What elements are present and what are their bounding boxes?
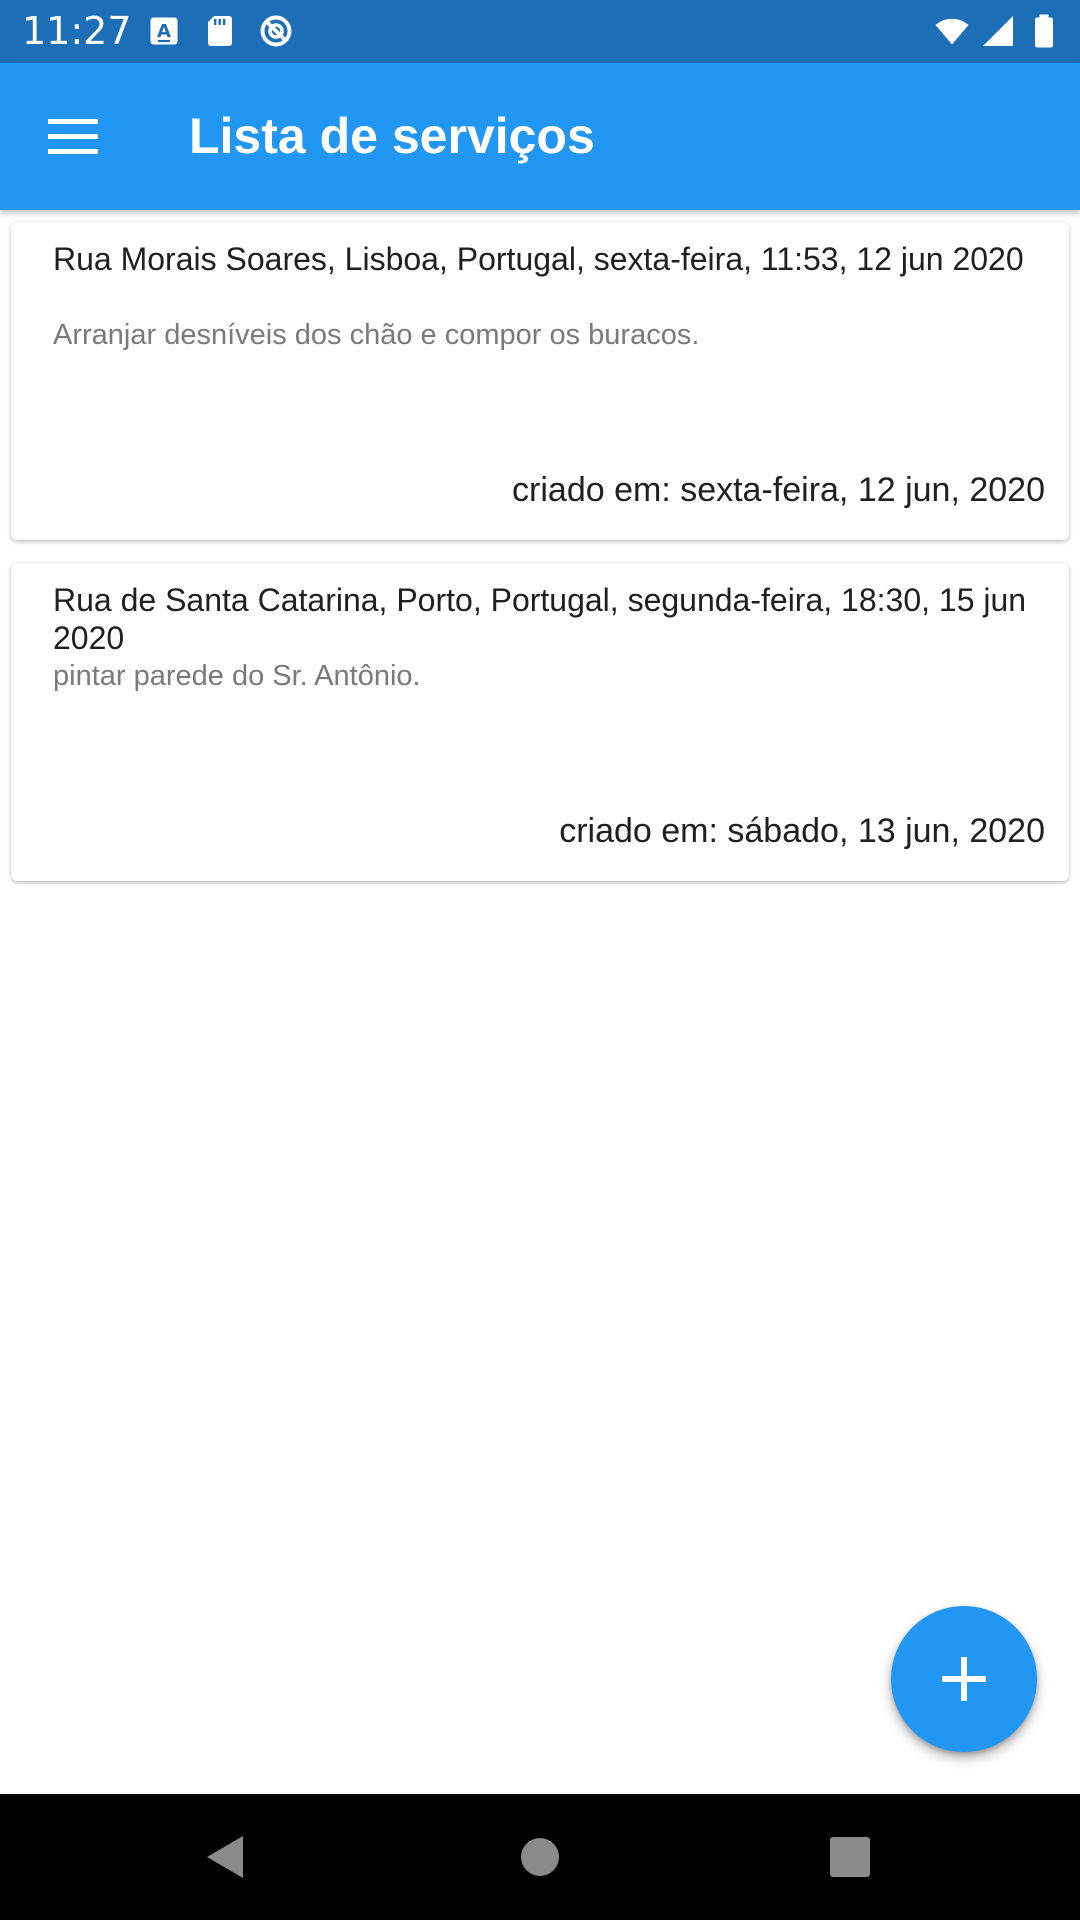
service-card[interactable]: Rua de Santa Catarina, Porto, Portugal, … [11,563,1069,881]
sd-card-icon [208,16,232,46]
app-bar: Lista de serviços [0,63,1080,210]
add-service-button[interactable] [891,1606,1037,1752]
status-icons-right [934,13,1062,49]
hamburger-menu-icon [48,119,98,154]
page-title: Lista de serviços [189,108,595,164]
menu-button[interactable] [30,98,116,176]
battery-icon [1035,14,1053,48]
service-created-date: criado em: sábado, 13 jun, 2020 [559,812,1045,850]
sync-disabled-icon [260,15,292,47]
service-title: Rua Morais Soares, Lisboa, Portugal, sex… [53,241,1024,277]
wifi-icon [935,18,969,45]
back-button[interactable] [185,1819,265,1895]
status-icons-left: A [146,13,294,49]
home-icon [521,1838,559,1876]
service-description: Arranjar desníveis dos chão e compor os … [53,319,700,351]
home-button[interactable] [500,1819,580,1895]
recents-icon [830,1837,870,1877]
service-card[interactable]: Rua Morais Soares, Lisboa, Portugal, sex… [11,222,1069,540]
system-nav-bar [0,1794,1080,1920]
svg-text:A: A [157,21,171,42]
back-icon [207,1836,243,1878]
service-description: pintar parede do Sr. Antônio. [53,660,421,692]
recents-button[interactable] [810,1819,890,1895]
plus-icon [942,1657,986,1701]
status-time: 11:27 [22,9,132,53]
cell-signal-icon [983,16,1013,46]
text-a-notification-icon: A [150,17,178,45]
service-title: Rua de Santa Catarina, Porto, Portugal, … [53,582,1027,656]
service-created-date: criado em: sexta-feira, 12 jun, 2020 [512,471,1045,509]
status-bar: 11:27 A [0,0,1080,63]
